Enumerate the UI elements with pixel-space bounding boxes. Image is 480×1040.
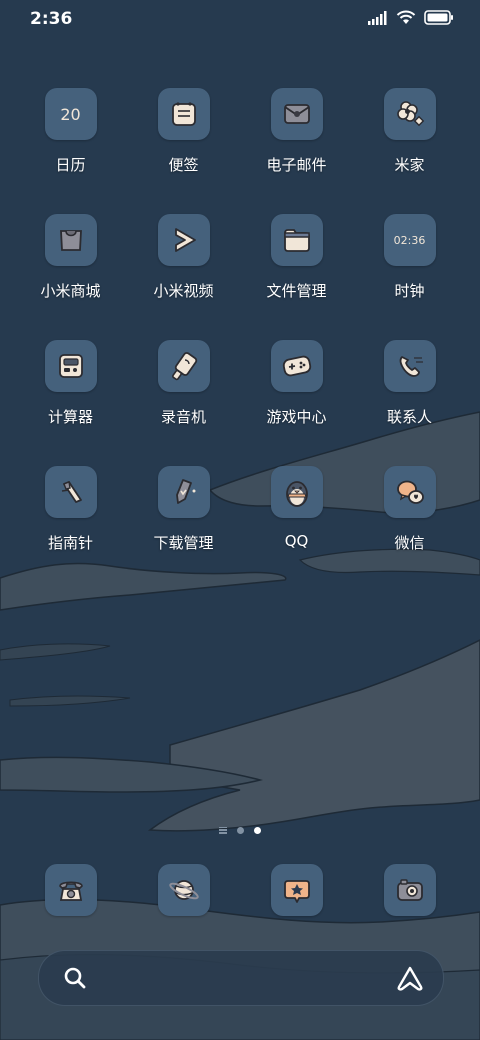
app-label: 文件管理: [266, 282, 327, 300]
app-notes[interactable]: 便签: [127, 88, 240, 198]
app-compass[interactable]: 指南针: [14, 466, 127, 576]
calendar-date: 20: [60, 104, 81, 124]
app-label: 日历: [55, 156, 86, 174]
app-recorder[interactable]: 录音机: [127, 340, 240, 450]
dock-app-phone[interactable]: [14, 864, 127, 920]
app-store-icon: [270, 864, 323, 916]
wechat-chat-icon: [383, 466, 436, 518]
signal-icon: [368, 10, 387, 25]
gamepad-icon: [270, 340, 323, 392]
app-label: 电子邮件: [266, 156, 327, 174]
page-indicator[interactable]: [0, 823, 480, 837]
app-label: 指南针: [47, 534, 93, 552]
download-icon: [157, 466, 210, 518]
app-label: 微信: [394, 534, 425, 552]
video-play-icon: [157, 214, 210, 266]
app-label: 录音机: [160, 408, 206, 426]
app-label: 米家: [394, 156, 425, 174]
app-download-manager[interactable]: 下载管理: [127, 466, 240, 576]
telephone-icon: [44, 864, 97, 916]
page-menu-icon[interactable]: [219, 826, 227, 834]
app-label: 计算器: [47, 408, 93, 426]
status-bar: 2:36: [0, 0, 480, 38]
search-bar[interactable]: [38, 950, 444, 1006]
app-label: 便签: [168, 156, 199, 174]
app-file-manager[interactable]: 文件管理: [240, 214, 353, 324]
app-qq[interactable]: QQ: [240, 466, 353, 576]
status-time: 2:36: [30, 9, 73, 29]
app-mi-store[interactable]: 小米商城: [14, 214, 127, 324]
clock-icon: 02:36: [383, 214, 436, 266]
app-label: 小米商城: [40, 282, 101, 300]
app-label: 联系人: [386, 408, 432, 426]
qq-penguin-icon: [270, 466, 323, 518]
shop-bag-icon: [44, 214, 97, 266]
app-calendar[interactable]: 20 日历: [14, 88, 127, 198]
dock: [0, 864, 480, 920]
app-label: 游戏中心: [266, 408, 327, 426]
dock-app-browser[interactable]: [127, 864, 240, 920]
app-label: 时钟: [394, 282, 425, 300]
browser-planet-icon: [157, 864, 210, 916]
camera-icon: [383, 864, 436, 916]
app-wechat[interactable]: 微信: [353, 466, 466, 576]
status-icons: [368, 10, 454, 25]
calculator-icon: [44, 340, 97, 392]
wifi-icon: [396, 10, 416, 24]
page-dot-2-active[interactable]: [254, 826, 261, 834]
compass-icon: [44, 466, 97, 518]
app-contacts[interactable]: 联系人: [353, 340, 466, 450]
app-label: 下载管理: [153, 534, 214, 552]
app-game-center[interactable]: 游戏中心: [240, 340, 353, 450]
calendar-icon: 20: [44, 88, 97, 140]
clock-time: 02:36: [393, 233, 426, 247]
assistant-icon[interactable]: [395, 963, 425, 993]
mijia-flower-icon: [383, 88, 436, 140]
dock-app-store[interactable]: [240, 864, 353, 920]
search-icon[interactable]: [61, 964, 89, 992]
recorder-icon: [157, 340, 210, 392]
app-label: 小米视频: [153, 282, 214, 300]
app-clock[interactable]: 02:36 时钟: [353, 214, 466, 324]
app-mi-video[interactable]: 小米视频: [127, 214, 240, 324]
app-label: QQ: [284, 532, 309, 550]
phone-contact-icon: [383, 340, 436, 392]
dock-app-camera[interactable]: [353, 864, 466, 920]
notes-icon: [157, 88, 210, 140]
page-dot-1[interactable]: [237, 826, 244, 834]
mail-icon: [270, 88, 323, 140]
battery-icon: [424, 10, 453, 25]
folder-icon: [270, 214, 323, 266]
app-calculator[interactable]: 计算器: [14, 340, 127, 450]
app-mijia[interactable]: 米家: [353, 88, 466, 198]
app-mail[interactable]: 电子邮件: [240, 88, 353, 198]
